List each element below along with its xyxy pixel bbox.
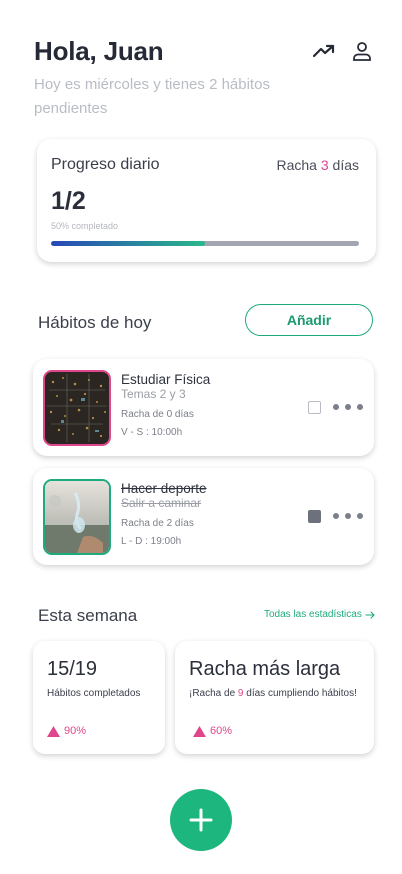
- stat-label-suffix: días cumpliendo hábitos!: [243, 688, 357, 699]
- progress-bar: [51, 241, 359, 246]
- more-options-icon[interactable]: [333, 399, 363, 415]
- stat-label: ¡Racha de 9 días cumpliendo hábitos!: [189, 688, 357, 699]
- longest-streak-card: Racha más larga ¡Racha de 9 días cumplie…: [175, 641, 374, 754]
- habit-name: Hacer deporte: [121, 481, 207, 496]
- triangle-up-icon: [47, 725, 60, 737]
- more-options-icon[interactable]: [333, 508, 363, 524]
- triangle-up-icon: [193, 725, 206, 737]
- stat-trend-value: 90%: [64, 725, 87, 737]
- all-stats-label: Todas las estadísticas: [264, 609, 362, 620]
- daily-progress-card: Progreso diario Racha 3 días 1/2 50% com…: [37, 139, 376, 262]
- stat-value: Racha más larga: [189, 658, 341, 680]
- progress-bar-fill: [51, 241, 205, 246]
- habit-description: Salir a caminar: [121, 496, 202, 510]
- habit-streak: Racha de 0 días: [121, 409, 194, 420]
- add-habit-button[interactable]: Añadir: [245, 304, 373, 336]
- habit-name: Estudiar Física: [121, 372, 211, 387]
- stat-trend-value: 60%: [210, 725, 233, 737]
- progress-count: 1/2: [51, 187, 86, 215]
- week-section-title: Esta semana: [38, 606, 138, 625]
- habit-streak: Racha de 2 días: [121, 518, 194, 529]
- streak-value: 3: [320, 157, 329, 173]
- all-stats-link[interactable]: Todas las estadísticas: [264, 609, 375, 620]
- habit-schedule: L - D : 19:00h: [121, 536, 182, 547]
- streak-prefix: Racha: [276, 157, 317, 173]
- habits-section-title: Hábitos de hoy: [38, 313, 152, 332]
- header-actions: [312, 40, 374, 62]
- plus-icon: [189, 808, 213, 832]
- completed-habits-card: 15/19 Hábitos completados 90%: [33, 641, 165, 754]
- habit-checkbox[interactable]: [308, 510, 321, 523]
- arrow-right-icon: [365, 610, 375, 619]
- subtitle: Hoy es miércoles y tienes 2 hábitos pend…: [34, 76, 270, 117]
- habit-schedule: V - S : 10:00h: [121, 427, 183, 438]
- habit-image: [43, 370, 111, 446]
- progress-percent: 50% completado: [51, 221, 119, 231]
- habit-description: Temas 2 y 3: [121, 387, 186, 401]
- stat-trend: 90%: [47, 725, 86, 737]
- streak-label: Racha 3 días: [276, 157, 359, 173]
- habit-checkbox[interactable]: [308, 401, 321, 414]
- trending-up-icon[interactable]: [312, 40, 336, 62]
- streak-suffix: días: [332, 157, 359, 173]
- stat-label: Hábitos completados: [47, 688, 141, 699]
- habit-card[interactable]: Estudiar Física Temas 2 y 3 Racha de 0 d…: [33, 359, 374, 456]
- progress-title: Progreso diario: [51, 156, 160, 173]
- stat-trend: 60%: [193, 725, 232, 737]
- user-icon[interactable]: [350, 40, 374, 62]
- habit-image: [43, 479, 111, 555]
- stat-label-prefix: ¡Racha de: [189, 688, 238, 699]
- habit-card[interactable]: Hacer deporte Salir a caminar Racha de 2…: [33, 468, 374, 565]
- add-fab-button[interactable]: [170, 789, 232, 851]
- stat-value: 15/19: [47, 658, 98, 680]
